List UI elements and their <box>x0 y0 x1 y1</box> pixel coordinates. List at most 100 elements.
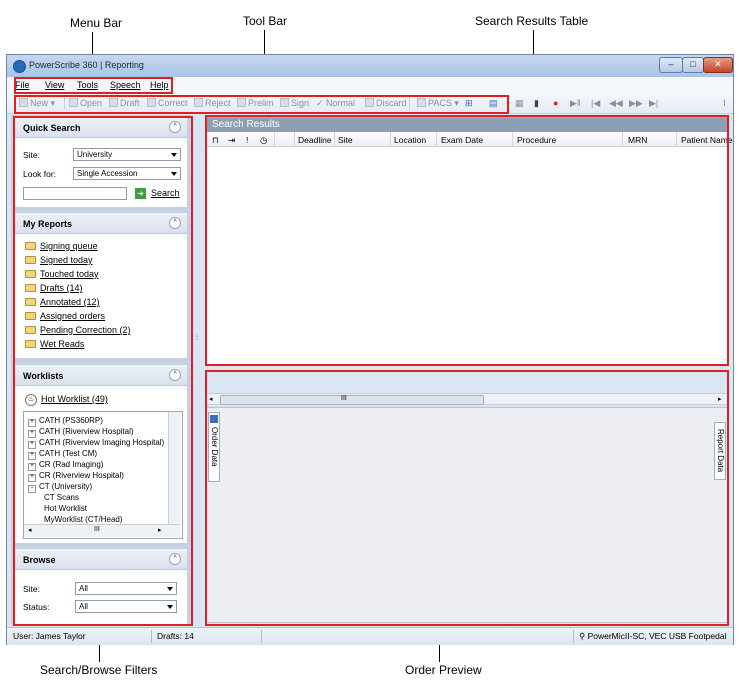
lock-column-icon[interactable]: ⊓ <box>212 135 219 146</box>
app-window: PowerScribe 360 | Reporting – □ ✕ File V… <box>6 54 734 645</box>
tool-bar: New ▾ Open Draft Correct Reject Prelim S… <box>7 93 733 114</box>
menu-file[interactable]: File <box>15 80 30 90</box>
play-icon[interactable]: ▶‖ <box>570 98 581 109</box>
report-link-pending-correction[interactable]: Pending Correction (2) <box>25 325 131 335</box>
search-browse-filters: Quick Search ^ Site: University Look for… <box>11 115 191 625</box>
panel-splitter[interactable]: ⁞ <box>195 115 203 625</box>
column-separator <box>622 132 623 146</box>
order-data-tab[interactable]: Order Data <box>208 412 220 482</box>
pacs-button[interactable]: PACS ▾ <box>417 98 459 109</box>
report-link-drafts[interactable]: Drafts (14) <box>25 283 83 293</box>
toolbar-overflow-icon[interactable]: ⁝ <box>723 98 726 109</box>
browse-site-select[interactable]: All <box>75 582 177 595</box>
report-link-assigned-orders[interactable]: Assigned orders <box>25 311 105 321</box>
column-location[interactable]: Location <box>394 135 426 145</box>
collapse-icon[interactable]: ^ <box>169 553 181 565</box>
column-separator <box>274 132 275 146</box>
search-link[interactable]: Search <box>151 188 180 198</box>
collapse-icon[interactable]: ^ <box>169 369 181 381</box>
column-mrn[interactable]: MRN <box>628 135 647 145</box>
report-link-wet-reads[interactable]: Wet Reads <box>25 339 84 349</box>
record-icon[interactable]: ● <box>553 98 558 108</box>
clock-column-icon[interactable]: ◷ <box>260 135 267 146</box>
menu-help[interactable]: Help <box>150 80 169 90</box>
priority-column-icon[interactable]: ! <box>246 135 248 145</box>
tree-item[interactable]: + CATH (Test CM) <box>28 449 97 460</box>
expand-icon: + <box>28 463 36 471</box>
skip-end-icon[interactable]: ▶| <box>649 98 658 109</box>
scroll-left-icon[interactable]: ◂ <box>209 395 213 403</box>
tree-item[interactable]: − CT (University) <box>28 482 92 493</box>
column-patient-name[interactable]: Patient Name <box>681 135 733 145</box>
status-drafts: Drafts: 14 <box>157 631 194 641</box>
collapse-icon[interactable]: ^ <box>169 121 181 133</box>
menu-speech[interactable]: Speech <box>110 80 141 90</box>
report-link-annotated[interactable]: Annotated (12) <box>25 297 100 307</box>
column-site[interactable]: Site <box>338 135 353 145</box>
tree-item[interactable]: + CATH (Riverview Imaging Hospital) <box>28 438 164 449</box>
title-bar[interactable]: PowerScribe 360 | Reporting – □ ✕ <box>7 55 733 77</box>
dictation-icon[interactable]: ▦ <box>515 98 524 109</box>
quick-search-header[interactable]: Quick Search ^ <box>15 117 187 138</box>
scroll-thumb[interactable]: III <box>220 395 484 405</box>
prelim-button[interactable]: Prelim <box>237 98 274 108</box>
scroll-thumb-grip[interactable]: III <box>94 526 100 533</box>
discard-button[interactable]: Discard <box>365 98 407 108</box>
tree-vertical-scrollbar[interactable] <box>168 412 181 524</box>
worklists-header[interactable]: Worklists ^ <box>15 365 187 386</box>
results-horizontal-scrollbar[interactable]: ◂ III ▸ <box>205 393 729 405</box>
chevron-down-icon <box>171 153 177 157</box>
sign-button[interactable]: Sign <box>280 98 309 108</box>
tree-item[interactable]: + CATH (Riverview Hospital) <box>28 427 134 438</box>
tree-item[interactable]: Hot Worklist <box>44 504 87 513</box>
tree-item[interactable]: MyWorklist (CT/Head) <box>44 515 123 524</box>
browse-status-select[interactable]: All <box>75 600 177 613</box>
tree-horizontal-scrollbar[interactable]: ◂ III ▸ <box>24 524 180 537</box>
scroll-right-icon[interactable]: ▸ <box>158 526 162 534</box>
column-deadline[interactable]: Deadline <box>298 135 332 145</box>
normal-button[interactable]: ✓ Normal <box>316 98 355 109</box>
export-column-icon[interactable]: ⇥ <box>228 135 235 146</box>
tree-item[interactable]: + CR (Rad Imaging) <box>28 460 103 471</box>
skip-start-icon[interactable]: |◀ <box>591 98 600 109</box>
splitter-grip-icon[interactable]: ⁞ <box>196 335 198 342</box>
menu-bar-callout: Menu Bar <box>70 16 123 30</box>
sign-icon <box>280 98 289 107</box>
open-button[interactable]: Open <box>69 98 102 108</box>
browse-header[interactable]: Browse ^ <box>15 549 187 570</box>
close-button[interactable]: ✕ <box>703 57 733 73</box>
list-icon[interactable]: ▤ <box>489 98 498 109</box>
correct-button[interactable]: Correct <box>147 98 188 108</box>
my-reports-header[interactable]: My Reports ^ <box>15 213 187 234</box>
column-procedure[interactable]: Procedure <box>517 135 556 145</box>
mic-icon[interactable]: ▮ <box>534 98 539 109</box>
hot-worklist-link[interactable]: Hot Worklist (49) <box>41 394 108 404</box>
maximize-button[interactable]: □ <box>682 57 704 73</box>
layout-icon[interactable]: ⊞ <box>465 98 473 109</box>
rewind-icon[interactable]: ◀◀ <box>609 98 623 109</box>
column-exam-date[interactable]: Exam Date <box>441 135 483 145</box>
forward-icon[interactable]: ▶▶ <box>629 98 643 109</box>
tree-item[interactable]: CT Scans <box>44 493 79 502</box>
tree-item[interactable]: + CATH (PS360RP) <box>28 416 103 427</box>
reject-button[interactable]: Reject <box>194 98 231 108</box>
look-for-select[interactable]: Single Accession <box>73 167 181 180</box>
draft-button[interactable]: Draft <box>109 98 140 108</box>
report-link-touched-today[interactable]: Touched today <box>25 269 99 279</box>
menu-view[interactable]: View <box>45 80 64 90</box>
search-go-icon[interactable]: ➜ <box>135 188 146 199</box>
scroll-right-icon[interactable]: ▸ <box>718 395 722 403</box>
search-input[interactable] <box>23 187 127 200</box>
tree-item[interactable]: + CR (Riverview Hospital) <box>28 471 124 482</box>
menu-tools[interactable]: Tools <box>77 80 98 90</box>
my-reports-title: My Reports <box>23 219 73 229</box>
report-link-signing-queue[interactable]: Signing queue <box>25 241 98 251</box>
new-button[interactable]: New ▾ <box>19 98 55 109</box>
collapse-icon[interactable]: ^ <box>169 217 181 229</box>
tool-bar-callout: Tool Bar <box>243 14 288 28</box>
report-link-signed-today[interactable]: Signed today <box>25 255 93 265</box>
scroll-left-icon[interactable]: ◂ <box>28 526 32 534</box>
minimize-button[interactable]: – <box>659 57 683 73</box>
report-data-tab[interactable]: Report Data <box>714 422 726 480</box>
site-select[interactable]: University <box>73 148 181 161</box>
